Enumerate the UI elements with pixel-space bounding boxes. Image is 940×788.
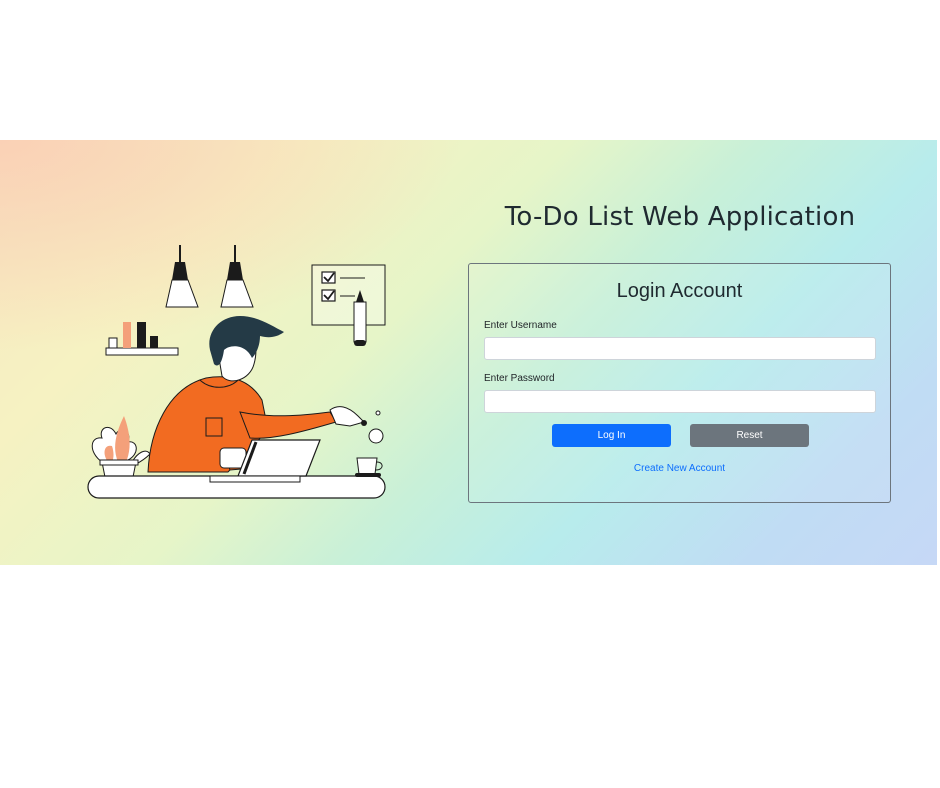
plant-icon <box>91 416 151 483</box>
shelf-chart-icon <box>105 322 179 356</box>
username-input[interactable] <box>484 337 876 360</box>
person-at-laptop-illustration <box>87 245 386 499</box>
reset-button[interactable]: Reset <box>690 424 809 447</box>
password-input[interactable] <box>484 390 876 413</box>
login-button[interactable]: Log In <box>552 424 671 447</box>
password-label: Enter Password <box>484 373 555 384</box>
create-account-link[interactable]: Create New Account <box>469 463 890 474</box>
login-heading: Login Account <box>616 280 743 302</box>
lamp-right-icon <box>220 245 254 308</box>
hero-section: To-Do List Web Application Login Account… <box>0 140 937 565</box>
lamp-left-icon <box>165 245 199 308</box>
username-label: Enter Username <box>484 320 557 331</box>
checklist-board-icon <box>311 264 386 326</box>
login-card: Login Account Enter Username Enter Passw… <box>468 263 891 503</box>
app-title: To-Do List Web Application <box>504 202 856 232</box>
